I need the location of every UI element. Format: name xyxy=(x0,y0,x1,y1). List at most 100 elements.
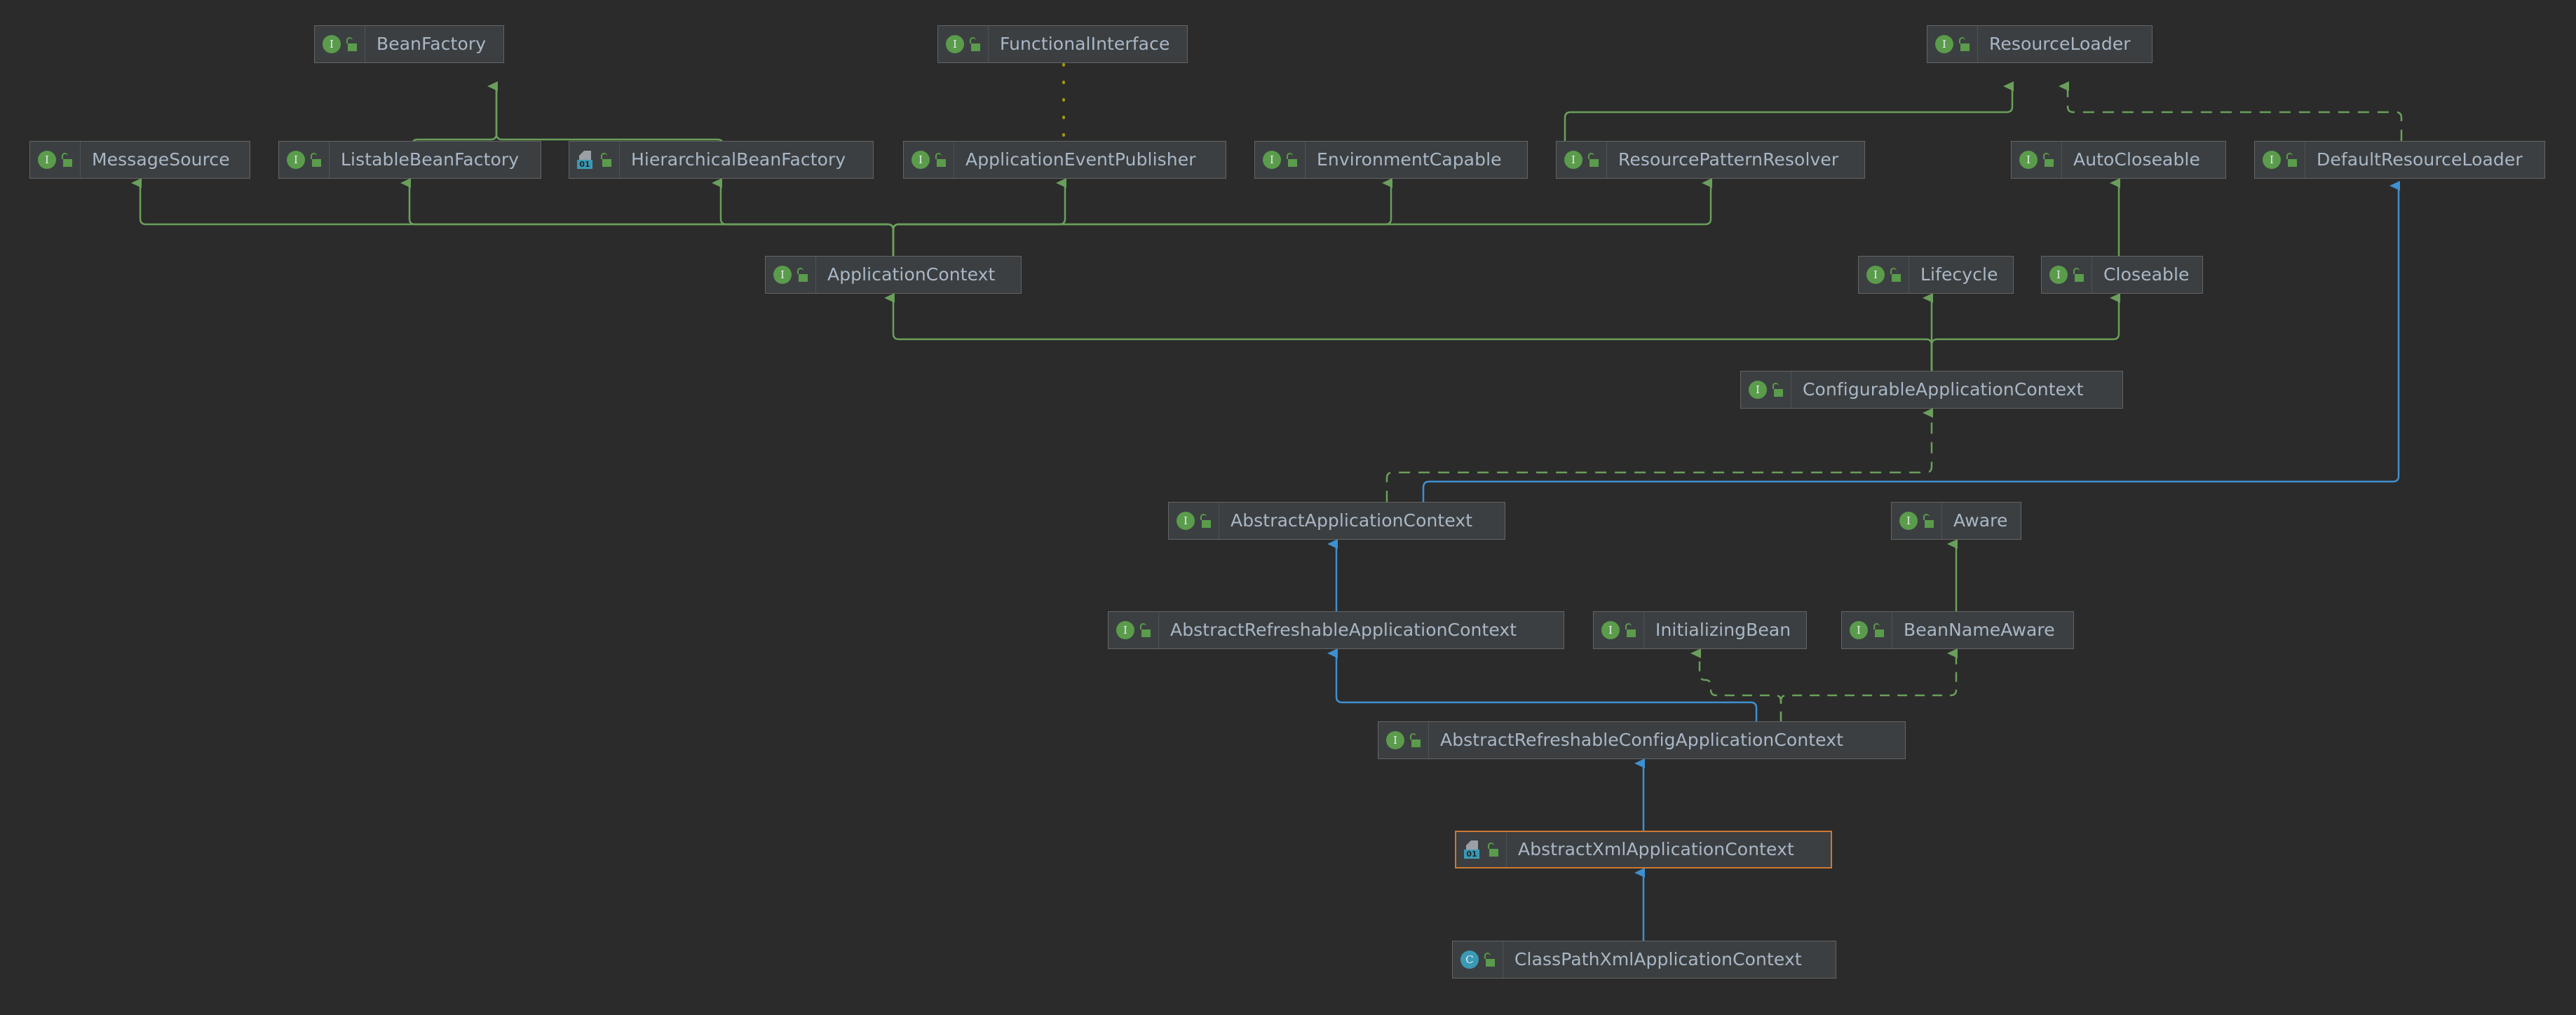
class-node-ApplicationEventPublisher[interactable]: I ApplicationEventPublisher xyxy=(903,141,1226,179)
class-node-label: InitializingBean xyxy=(1655,620,1791,640)
unlocked-icon xyxy=(1923,513,1935,529)
class-node-Closeable[interactable]: I Closeable xyxy=(2041,256,2203,294)
class-node-AbstractRefreshableConfigApplicationContext[interactable]: I AbstractRefreshableConfigApplicationCon… xyxy=(1378,721,1906,759)
class-node-AbstractXmlApplicationContext[interactable]: 01 AbstractXmlApplicationContext xyxy=(1455,831,1832,868)
node-icons: I xyxy=(315,26,365,62)
unlocked-icon xyxy=(796,267,809,282)
class-node-label: FunctionalInterface xyxy=(1000,34,1170,54)
class-node-AbstractApplicationContext[interactable]: I AbstractApplicationContext xyxy=(1168,502,1505,540)
node-icons: I xyxy=(1255,142,1306,178)
node-icons: I xyxy=(2255,142,2305,178)
node-icons: C xyxy=(1453,941,1503,978)
unlocked-icon xyxy=(969,36,982,52)
interface-icon: I xyxy=(2019,151,2038,169)
class-node-EnvironmentCapable[interactable]: I EnvironmentCapable xyxy=(1254,141,1528,179)
node-icons: I xyxy=(938,26,989,62)
class-node-label: MessageSource xyxy=(92,149,230,170)
class-node-label: Closeable xyxy=(2103,264,2190,285)
class-node-label: ListableBeanFactory xyxy=(341,149,520,170)
interface-icon: I xyxy=(2263,151,2281,169)
class-node-label: Lifecycle xyxy=(1920,264,1998,285)
node-icons: I xyxy=(2042,257,2092,293)
class-node-label: ResourcePatternResolver xyxy=(1618,149,1839,170)
unlocked-icon xyxy=(600,152,613,168)
interface-icon: I xyxy=(946,35,964,53)
unlocked-icon xyxy=(1890,267,1902,282)
class-node-label: AbstractRefreshableApplicationContext xyxy=(1170,620,1517,640)
node-icons: I xyxy=(279,142,330,178)
class-node-AbstractRefreshableApplicationContext[interactable]: I AbstractRefreshableApplicationContext xyxy=(1108,611,1564,649)
node-icons: I xyxy=(1842,612,1892,648)
class-node-label: AbstractXmlApplicationContext xyxy=(1518,839,1794,859)
interface-icon: I xyxy=(1866,266,1885,284)
class-node-label: EnvironmentCapable xyxy=(1317,149,1502,170)
interface-icon: I xyxy=(2049,266,2068,284)
diagram-canvas[interactable]: I MessageSource I ListableBeanFactory 01 Hier… xyxy=(0,0,2576,1015)
class-node-label: ConfigurableApplicationContext xyxy=(1803,379,2084,400)
class-node-label: ResourceLoader xyxy=(1989,34,2131,54)
class-node-Lifecycle[interactable]: I Lifecycle xyxy=(1858,256,2014,294)
node-icons: I xyxy=(1859,257,1909,293)
class-node-label: AbstractRefreshableConfigApplicationCont… xyxy=(1440,730,1844,750)
class-node-ResourceLoader[interactable]: I ResourceLoader xyxy=(1927,25,2153,63)
unlocked-icon xyxy=(1487,842,1500,857)
node-icons: I xyxy=(1169,503,1219,539)
class-node-label: ClassPathXmlApplicationContext xyxy=(1514,949,1802,969)
class-node-MessageSource[interactable]: I MessageSource xyxy=(29,141,250,179)
class-node-ResourcePatternResolver[interactable]: I ResourcePatternResolver xyxy=(1556,141,1865,179)
class-node-label: ApplicationEventPublisher xyxy=(965,149,1196,170)
unlocked-icon xyxy=(310,152,323,168)
class-node-label: BeanFactory xyxy=(377,34,487,54)
class-icon: C xyxy=(1460,951,1479,969)
unlocked-icon xyxy=(346,36,358,52)
node-icons: I xyxy=(1557,142,1607,178)
interface-icon: I xyxy=(1386,731,1404,749)
node-icons: I xyxy=(1594,612,1644,648)
interface-icon: I xyxy=(323,35,341,53)
class-node-DefaultResourceLoader[interactable]: I DefaultResourceLoader xyxy=(2254,141,2545,179)
interface-icon: I xyxy=(1177,512,1195,530)
class-node-ClassPathXmlApplicationContext[interactable]: C ClassPathXmlApplicationContext xyxy=(1452,941,1836,979)
interface-icon: I xyxy=(1601,621,1620,639)
class-node-ListableBeanFactory[interactable]: I ListableBeanFactory xyxy=(278,141,541,179)
node-icons: I xyxy=(1892,503,1942,539)
interface-icon: I xyxy=(1850,621,1868,639)
unlocked-icon xyxy=(1484,952,1496,967)
unlocked-icon xyxy=(1958,36,1971,52)
node-icons: I xyxy=(1109,612,1159,648)
library-icon: 01 xyxy=(577,151,595,169)
class-node-AutoCloseable[interactable]: I AutoCloseable xyxy=(2011,141,2226,179)
class-node-FunctionalInterface[interactable]: I FunctionalInterface xyxy=(937,25,1188,63)
interface-icon: I xyxy=(773,266,792,284)
unlocked-icon xyxy=(1587,152,1600,168)
class-node-BeanFactory[interactable]: I BeanFactory xyxy=(314,25,504,63)
interface-icon: I xyxy=(1935,35,1953,53)
class-node-ApplicationContext[interactable]: I ApplicationContext xyxy=(765,256,1022,294)
interface-icon: I xyxy=(1263,151,1281,169)
class-node-HierarchicalBeanFactory[interactable]: 01 HierarchicalBeanFactory xyxy=(569,141,874,179)
class-node-ConfigurableApplicationContext[interactable]: I ConfigurableApplicationContext xyxy=(1740,371,2123,409)
class-node-BeanNameAware[interactable]: I BeanNameAware xyxy=(1841,611,2074,649)
node-icons: 01 xyxy=(569,142,620,178)
node-icons: 01 xyxy=(1456,832,1507,867)
class-node-label: Aware xyxy=(1953,510,2008,531)
class-node-InitializingBean[interactable]: I InitializingBean xyxy=(1593,611,1807,649)
unlocked-icon xyxy=(1772,382,1784,397)
node-icons: I xyxy=(2012,142,2062,178)
library-icon: 01 xyxy=(1464,840,1482,859)
class-node-label: AutoCloseable xyxy=(2073,149,2200,170)
interface-icon: I xyxy=(287,151,305,169)
interface-icon: I xyxy=(1749,381,1767,399)
class-node-label: ApplicationContext xyxy=(827,264,996,285)
node-icons: I xyxy=(30,142,81,178)
node-icons: I xyxy=(1741,372,1791,408)
class-node-label: AbstractApplicationContext xyxy=(1231,510,1473,531)
class-node-Aware[interactable]: I Aware xyxy=(1891,502,2021,540)
interface-icon: I xyxy=(911,151,930,169)
unlocked-icon xyxy=(2042,152,2055,168)
node-icons: I xyxy=(766,257,816,293)
interface-icon: I xyxy=(1564,151,1582,169)
class-node-label: HierarchicalBeanFactory xyxy=(631,149,846,170)
unlocked-icon xyxy=(1139,622,1152,638)
unlocked-icon xyxy=(2286,152,2298,168)
